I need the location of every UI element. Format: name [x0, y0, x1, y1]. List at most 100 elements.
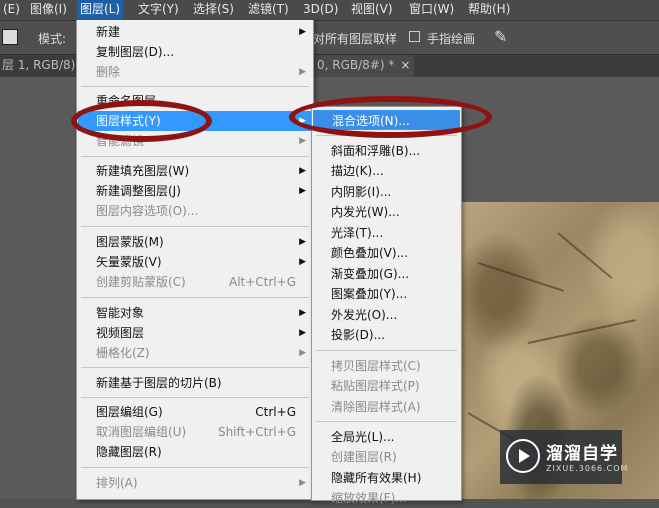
finger-paint-label[interactable]: 手指绘画: [427, 30, 475, 47]
menu-item-scale-effects: 缩放效果(F)...: [313, 488, 460, 508]
menu-item-color-overlay[interactable]: 颜色叠加(V)...: [313, 243, 460, 263]
menu-item-stroke[interactable]: 描边(K)...: [313, 161, 460, 181]
menu-item-new-fill-layer[interactable]: 新建填充图层(W) ▶: [78, 161, 312, 181]
menu-separator: [81, 467, 309, 468]
menu-item-label: 排列(A): [96, 476, 138, 490]
menu-item-label: 视频图层: [96, 326, 145, 340]
submenu-arrow-icon: ▶: [299, 67, 306, 77]
menu-separator: [81, 297, 309, 298]
submenu-arrow-icon: ▶: [299, 27, 306, 37]
tab-document-1[interactable]: 层 1, RGB/8) *: [2, 55, 85, 77]
menu-window[interactable]: 窗口(W): [406, 0, 457, 20]
menu-item-layer-mask[interactable]: 图层蒙版(M) ▶: [78, 232, 312, 252]
menu-item-create-layer: 创建图层(R): [313, 447, 460, 467]
menu-edit[interactable]: (E): [0, 0, 23, 20]
submenu-arrow-icon: ▶: [299, 478, 306, 488]
menu-item-pattern-overlay[interactable]: 图案叠加(Y)...: [313, 284, 460, 304]
menu-3d[interactable]: 3D(D): [300, 0, 341, 20]
menu-separator: [81, 397, 309, 398]
menu-item-hide-all-effects[interactable]: 隐藏所有效果(H): [313, 468, 460, 488]
finger-paint-checkbox[interactable]: [409, 31, 420, 42]
menu-item-layer-content-options: 图层内容选项(O)...: [78, 201, 312, 221]
tab-document-2-label: 0, RGB/8#) *: [317, 58, 395, 72]
menu-item-label: 拷贝图层样式(C): [331, 359, 421, 373]
menu-item-label: 复制图层(D)...: [96, 45, 175, 59]
pressure-brush-icon[interactable]: ✎: [494, 27, 514, 47]
menu-separator: [81, 86, 309, 87]
menu-item-new-adjustment-layer[interactable]: 新建调整图层(J) ▶: [78, 181, 312, 201]
menu-image[interactable]: 图像(I): [27, 0, 70, 20]
submenu-arrow-icon: ▶: [299, 186, 306, 196]
menu-item-label: 栅格化(Z): [96, 346, 150, 360]
menu-item-ungroup-layers: 取消图层编组(U) Shift+Ctrl+G: [78, 422, 312, 442]
menu-item-inner-shadow[interactable]: 内阴影(I)...: [313, 182, 460, 202]
submenu-arrow-icon: ▶: [299, 348, 306, 358]
menu-item-global-light[interactable]: 全局光(L)...: [313, 427, 460, 447]
submenu-arrow-icon: ▶: [299, 136, 306, 146]
menu-item-label: 描边(K)...: [331, 164, 384, 178]
mode-label: 模式:: [38, 32, 67, 46]
submenu-arrow-icon: ▶: [299, 308, 306, 318]
menu-item-clear-layer-style: 清除图层样式(A): [313, 397, 460, 417]
menu-item-outer-glow[interactable]: 外发光(O)...: [313, 305, 460, 325]
submenu-arrow-icon: ▶: [299, 237, 306, 247]
menu-item-shortcut: Ctrl+G: [255, 405, 296, 419]
close-icon[interactable]: ×: [400, 58, 410, 72]
menu-item-new[interactable]: 新建 ▶: [78, 22, 312, 42]
menu-item-new-layer-based-slice[interactable]: 新建基于图层的切片(B): [78, 373, 312, 393]
menu-item-bevel-emboss[interactable]: 斜面和浮雕(B)...: [313, 141, 460, 161]
menu-item-vector-mask[interactable]: 矢量蒙版(V) ▶: [78, 252, 312, 272]
menu-select[interactable]: 选择(S): [190, 0, 237, 20]
submenu-arrow-icon: ▶: [299, 257, 306, 267]
menu-item-label: 新建填充图层(W): [96, 164, 190, 178]
menu-item-label: 创建图层(R): [331, 450, 397, 464]
annotation-ellipse-layer-style: [71, 100, 212, 142]
menu-item-gradient-overlay[interactable]: 渐变叠加(G)...: [313, 264, 460, 284]
menu-type[interactable]: 文字(Y): [135, 0, 182, 20]
play-logo-icon: [506, 439, 540, 473]
menu-item-label: 内阴影(I)...: [331, 185, 392, 199]
menu-item-delete: 删除 ▶: [78, 62, 312, 82]
sample-all-label[interactable]: 对所有图层取样: [313, 30, 397, 47]
menu-item-label: 删除: [96, 65, 121, 79]
menu-item-inner-glow[interactable]: 内发光(W)...: [313, 202, 460, 222]
menu-item-shortcut: Shift+Ctrl+G: [217, 425, 296, 439]
menu-item-label: 矢量蒙版(V): [96, 255, 162, 269]
menu-item-hide-layers[interactable]: 隐藏图层(R): [78, 442, 312, 462]
menu-item-label: 投影(D)...: [331, 328, 386, 342]
menu-help[interactable]: 帮助(H): [465, 0, 513, 20]
menu-item-video-layer[interactable]: 视频图层 ▶: [78, 323, 312, 343]
menu-separator: [81, 156, 309, 157]
menu-item-label: 隐藏所有效果(H): [331, 471, 422, 485]
menu-item-label: 缩放效果(F)...: [331, 491, 407, 505]
watermark-title: 溜溜自学: [546, 444, 618, 464]
menu-view[interactable]: 视图(V): [348, 0, 396, 20]
menu-item-shortcut: Alt+Ctrl+G: [228, 275, 296, 289]
menu-item-label: 光泽(T)...: [331, 226, 384, 240]
menu-filter[interactable]: 滤镜(T): [245, 0, 292, 20]
watermark-url: ZIXUE.3066.COM: [546, 464, 629, 473]
menu-item-label: 图案叠加(Y)...: [331, 287, 408, 301]
menu-layer[interactable]: 图层(L): [77, 0, 124, 20]
menu-separator: [81, 367, 309, 368]
menu-item-label: 清除图层样式(A): [331, 400, 421, 414]
menu-item-drop-shadow[interactable]: 投影(D)...: [313, 325, 460, 345]
menu-separator: [316, 350, 457, 351]
menu-item-satin[interactable]: 光泽(T)...: [313, 223, 460, 243]
menu-item-label: 外发光(O)...: [331, 308, 398, 322]
menu-item-label: 颜色叠加(V)...: [331, 246, 409, 260]
menu-item-label: 新建调整图层(J): [96, 184, 181, 198]
menu-separator: [316, 421, 457, 422]
menu-item-group-layers[interactable]: 图层编组(G) Ctrl+G: [78, 402, 312, 422]
menu-item-label: 取消图层编组(U): [96, 425, 187, 439]
menu-item-label: 图层编组(G): [96, 405, 163, 419]
watermark: 溜溜自学 ZIXUE.3066.COM: [500, 430, 627, 484]
menu-item-create-clipping-mask: 创建剪贴蒙版(C) Alt+Ctrl+G: [78, 272, 312, 292]
smudge-tool-icon[interactable]: [2, 29, 18, 45]
menu-item-smart-object[interactable]: 智能对象 ▶: [78, 303, 312, 323]
menu-item-copy-layer-style: 拷贝图层样式(C): [313, 356, 460, 376]
menu-bar: (E) 图像(I) 图层(L) 文字(Y) 选择(S) 滤镜(T) 3D(D) …: [0, 0, 659, 21]
menu-item-duplicate-layer[interactable]: 复制图层(D)...: [78, 42, 312, 62]
menu-item-rasterize: 栅格化(Z) ▶: [78, 343, 312, 363]
tab-document-2[interactable]: 0, RGB/8#) * ×: [313, 55, 415, 77]
